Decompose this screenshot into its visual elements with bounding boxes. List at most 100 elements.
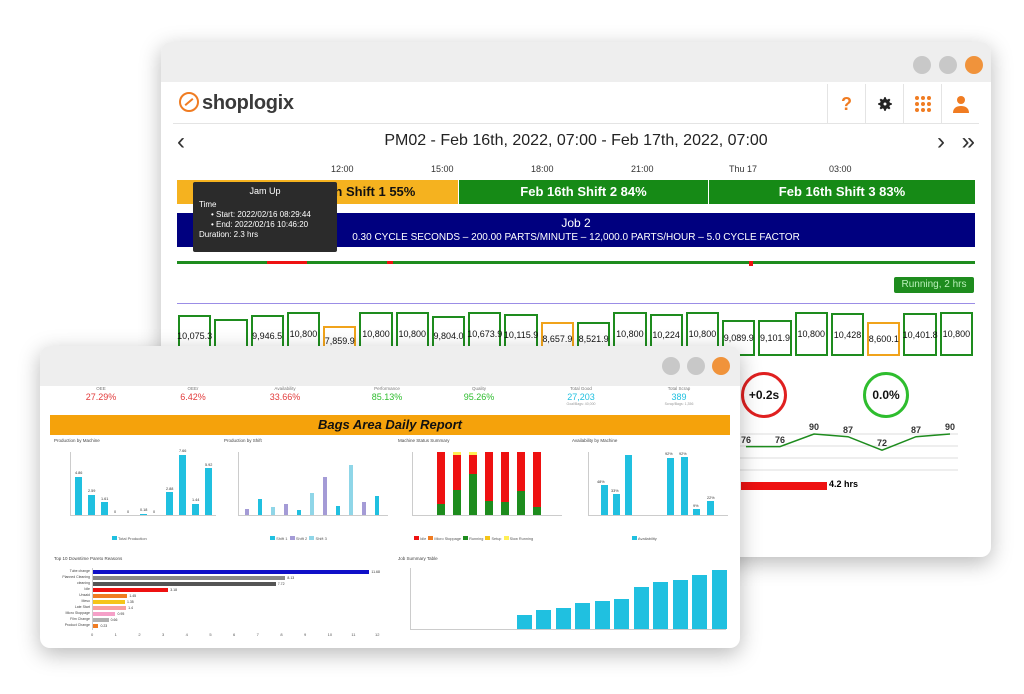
status-segment[interactable] [453, 452, 461, 456]
shift-production-bar[interactable] [284, 503, 288, 515]
window-maximize-button[interactable] [939, 56, 957, 74]
status-segment[interactable] [501, 452, 509, 503]
shift-production-bar[interactable] [336, 505, 340, 515]
panel-title: Production by Machine [54, 438, 100, 443]
job-summary-bar[interactable] [614, 598, 629, 629]
status-segment[interactable] [469, 452, 477, 456]
production-bar[interactable] [166, 492, 173, 515]
kpi-label: OEEr [187, 386, 199, 391]
availability-bar[interactable] [667, 458, 674, 515]
availability-bar[interactable] [707, 501, 714, 515]
production-bar[interactable] [205, 468, 212, 515]
window-maximize-button[interactable] [687, 357, 705, 375]
shift-production-bar[interactable] [362, 502, 366, 515]
help-button[interactable]: ? [827, 84, 865, 124]
status-segment[interactable] [533, 452, 541, 508]
shoplogix-logo[interactable]: shoplogix [179, 92, 294, 115]
availability-bar[interactable] [693, 509, 700, 515]
window-minimize-button[interactable] [913, 56, 931, 74]
legend-swatch [485, 536, 491, 540]
status-segment[interactable] [533, 512, 541, 515]
status-segment[interactable] [485, 510, 493, 515]
job-summary-bar[interactable] [555, 607, 571, 629]
job-summary-bar[interactable] [536, 610, 551, 629]
status-segment[interactable] [517, 508, 525, 515]
job-summary-bar[interactable] [594, 600, 610, 629]
shift-production-bar[interactable] [349, 464, 353, 515]
shift-production-bar[interactable] [310, 492, 314, 515]
pareto-bar[interactable] [93, 612, 116, 616]
availability-bar[interactable] [681, 457, 688, 515]
job-summary-bar[interactable] [575, 603, 590, 629]
shift-production-bar[interactable] [245, 508, 249, 515]
pareto-bar[interactable] [93, 624, 99, 628]
status-segment[interactable] [469, 455, 477, 475]
production-bar[interactable] [192, 503, 199, 515]
apps-button[interactable] [903, 84, 941, 124]
production-bar[interactable] [75, 476, 82, 515]
status-segment[interactable] [517, 491, 525, 509]
status-segment[interactable] [437, 511, 445, 515]
job-summary-bar[interactable] [653, 582, 668, 629]
downtime-tooltip: Jam Up Time • Start: 2022/02/16 08:29:44… [193, 182, 337, 252]
pareto-bar[interactable] [93, 594, 128, 598]
job-summary-bar[interactable] [633, 586, 649, 629]
production-bar[interactable] [88, 494, 95, 515]
job-summary-bar[interactable] [516, 614, 532, 629]
latest-period-button[interactable]: » [962, 128, 975, 156]
job-summary-bar[interactable] [672, 579, 688, 629]
pareto-bar[interactable] [93, 600, 125, 604]
shift-production-bar[interactable] [271, 507, 275, 515]
shift-3-bar[interactable]: Feb 16th Shift 3 83% [709, 180, 975, 204]
pareto-bar[interactable] [93, 618, 109, 622]
availability-by-machine-chart: Availability by Machine 48% 33% 92% 92% 9% 22… [570, 438, 730, 550]
status-segment[interactable] [437, 503, 445, 512]
window-close-button[interactable] [712, 357, 730, 375]
shift-production-bar[interactable] [297, 509, 301, 515]
hourly-production-box[interactable]: 8,600.1 [867, 321, 901, 356]
status-segment[interactable] [485, 501, 493, 511]
status-segment[interactable] [469, 508, 477, 515]
availability-bar[interactable] [625, 455, 632, 515]
status-segment[interactable] [501, 511, 509, 515]
hourly-production-box[interactable]: 10,800 [794, 311, 828, 356]
hourly-production-box[interactable]: 10,428 [830, 313, 865, 356]
user-button[interactable] [941, 84, 979, 124]
status-segment[interactable] [469, 474, 477, 509]
production-bar[interactable] [140, 513, 147, 515]
window-minimize-button[interactable] [662, 357, 680, 375]
shift-2-bar[interactable]: Feb 16th Shift 2 84% [459, 180, 708, 204]
next-period-button[interactable]: › [937, 128, 945, 156]
shift-production-bar[interactable] [323, 477, 327, 515]
pareto-category-label: Film Change [70, 617, 90, 621]
production-bar[interactable] [179, 454, 186, 515]
job-summary-bar[interactable] [692, 575, 707, 629]
status-segment[interactable] [453, 455, 461, 490]
pareto-bar[interactable] [93, 588, 169, 592]
shift-production-bar[interactable] [258, 499, 262, 515]
pareto-bar[interactable] [93, 576, 286, 580]
shift-production-bar[interactable] [375, 496, 379, 515]
status-segment[interactable] [485, 452, 493, 502]
pareto-bar[interactable] [93, 570, 370, 574]
status-segment[interactable] [453, 489, 461, 506]
legend-shifts: Shift 1 Shift 2 Shift 3 [270, 536, 327, 541]
status-segment[interactable] [533, 507, 541, 513]
window-close-button[interactable] [965, 56, 983, 74]
hourly-production-box[interactable]: 10,800 [939, 311, 973, 356]
availability-bar[interactable] [601, 484, 608, 515]
hourly-production-box[interactable]: 10,401.8 [903, 313, 938, 356]
settings-button[interactable] [865, 84, 903, 124]
machine-status-line[interactable] [177, 261, 975, 266]
pareto-bar[interactable] [93, 582, 276, 586]
status-segment[interactable] [453, 505, 461, 515]
availability-bar[interactable] [613, 494, 620, 515]
status-segment[interactable] [437, 452, 445, 504]
hourly-production-box[interactable]: 9,101.9 [758, 319, 792, 356]
status-segment[interactable] [501, 502, 509, 512]
job-summary-bar[interactable] [711, 570, 727, 629]
status-segment[interactable] [517, 452, 525, 492]
kpi-value: 27,203 [567, 392, 595, 402]
pareto-bar[interactable] [93, 606, 127, 610]
production-bar[interactable] [101, 502, 108, 515]
